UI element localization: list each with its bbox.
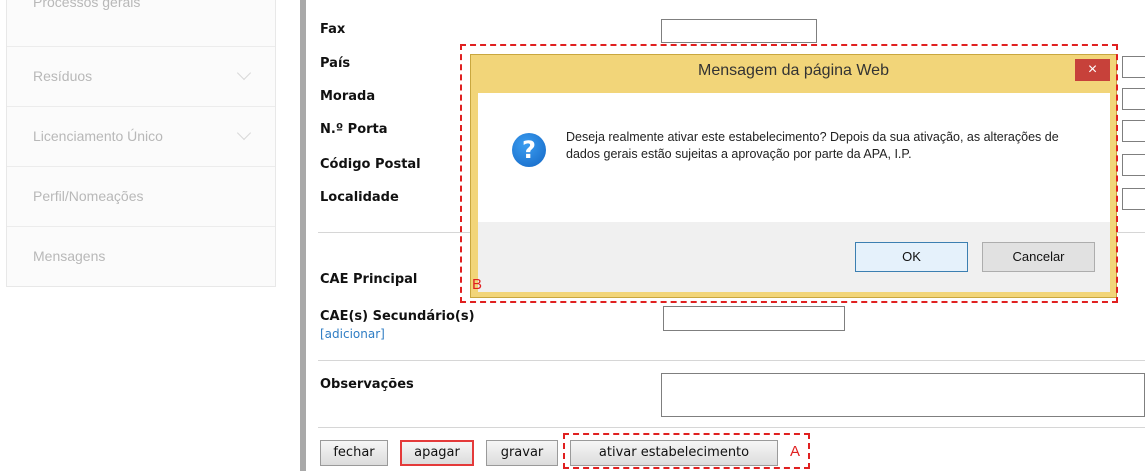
cae-secundario-label: CAE(s) Secundário(s)	[320, 309, 475, 324]
annotation-box-b	[460, 44, 1118, 303]
morada-input[interactable]	[1122, 88, 1145, 110]
sidebar-item-label: Licenciamento Único	[33, 128, 163, 144]
sidebar: Processos gerais Resíduos Licenciamento …	[6, 0, 276, 287]
observacoes-label: Observações	[320, 377, 414, 392]
sidebar-item-label: Resíduos	[33, 68, 93, 84]
fax-label: Fax	[320, 22, 346, 37]
fechar-button[interactable]: fechar	[320, 440, 388, 466]
codigo-postal-label: Código Postal	[320, 157, 421, 172]
chevron-down-icon	[236, 125, 252, 141]
pais-label: País	[320, 56, 351, 71]
adicionar-link[interactable]: [adicionar]	[320, 327, 385, 341]
pais-select[interactable]	[1122, 56, 1145, 78]
localidade-label: Localidade	[320, 190, 399, 205]
annotation-label-a: A	[790, 443, 801, 460]
annotation-box-a	[563, 433, 810, 469]
sidebar-item-perfil-nomeacoes[interactable]: Perfil/Nomeações	[7, 168, 275, 227]
cae-secundario-input[interactable]	[663, 306, 845, 331]
fax-input[interactable]	[661, 19, 817, 43]
divider	[318, 360, 1145, 361]
observacoes-textarea[interactable]	[661, 373, 1145, 417]
apagar-button[interactable]: apagar	[400, 440, 474, 466]
codigo-postal-input[interactable]	[1122, 154, 1145, 176]
sidebar-item-licenciamento-unico[interactable]: Licenciamento Único	[7, 108, 275, 167]
gravar-button[interactable]: gravar	[486, 440, 558, 466]
sidebar-item-processos-gerais[interactable]: Processos gerais	[7, 0, 275, 47]
divider	[318, 427, 1145, 428]
cae-principal-label: CAE Principal	[320, 272, 418, 287]
sidebar-item-label: Mensagens	[33, 248, 106, 264]
sidebar-item-mensagens[interactable]: Mensagens	[7, 228, 275, 287]
localidade-input[interactable]	[1122, 188, 1145, 210]
morada-label: Morada	[320, 89, 376, 104]
annotation-label-b: B	[472, 276, 483, 293]
sidebar-item-residuos[interactable]: Resíduos	[7, 48, 275, 107]
chevron-down-icon	[236, 65, 252, 81]
sidebar-item-label: Processos gerais	[33, 0, 141, 10]
porta-label: N.º Porta	[320, 122, 388, 137]
porta-input[interactable]	[1122, 120, 1145, 142]
sidebar-item-label: Perfil/Nomeações	[33, 188, 144, 204]
